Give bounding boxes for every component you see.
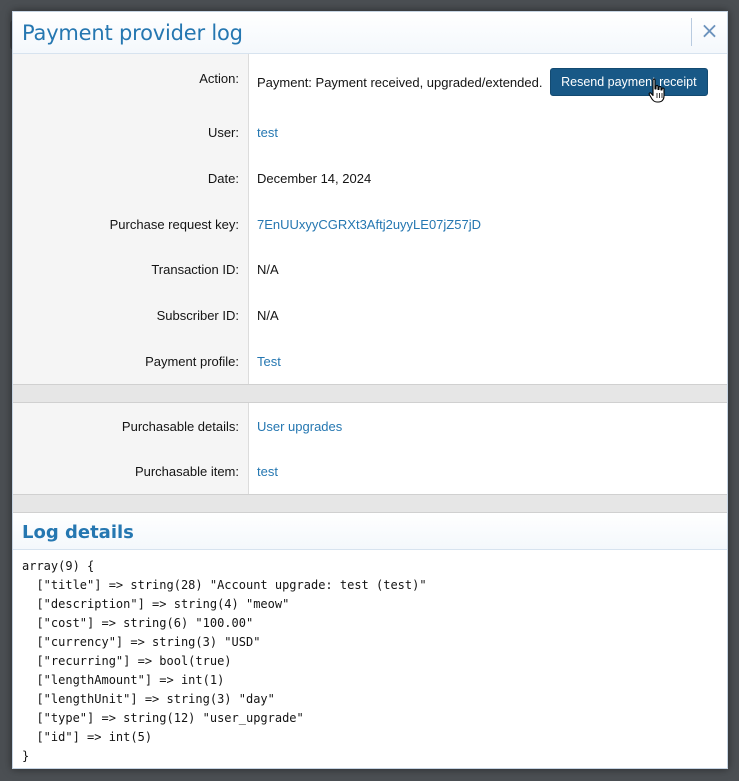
log-line: ["cost"] => string(6) "100.00" [22, 616, 254, 630]
field-row-subscriber-id: Subscriber ID: N/A [13, 293, 727, 339]
log-line: ["description"] => string(4) "meow" [22, 597, 290, 611]
log-line: ["lengthAmount"] => int(1) [22, 673, 225, 687]
field-row-user: User: test [13, 110, 727, 156]
log-line: ["currency"] => string(3) "USD" [22, 635, 261, 649]
field-label: Action: [13, 54, 249, 110]
log-line: array(9) { [22, 559, 95, 573]
field-label: Transaction ID: [13, 247, 249, 293]
log-line: ["id"] => int(5) [22, 730, 153, 744]
section-divider [13, 384, 727, 403]
resend-payment-receipt-button[interactable]: Resend payment receipt [550, 68, 708, 96]
field-row-date: Date: December 14, 2024 [13, 156, 727, 202]
field-row-purchase-key: Purchase request key: 7EnUUxyyCGRXt3Aftj… [13, 202, 727, 247]
payment-fields: Action: Payment: Payment received, upgra… [13, 54, 727, 513]
field-row-purchasable-details: Purchasable details: User upgrades [13, 403, 727, 448]
section-divider [13, 494, 727, 513]
close-button[interactable]: × [691, 18, 727, 46]
log-line: ["title"] => string(28) "Account upgrade… [22, 578, 427, 592]
field-row-purchasable-item: Purchasable item: test [13, 448, 727, 494]
log-line: } [22, 749, 30, 763]
hand-cursor-icon [648, 78, 665, 103]
payment-profile-link[interactable]: Test [257, 354, 281, 369]
transaction-id-value: N/A [257, 262, 279, 277]
purchasable-details-link[interactable]: User upgrades [257, 419, 342, 434]
user-link[interactable]: test [257, 125, 278, 140]
field-row-transaction-id: Transaction ID: N/A [13, 247, 727, 293]
log-line: ["recurring"] => bool(true) [22, 654, 232, 668]
purchase-key-link[interactable]: 7EnUUxyyCGRXt3Aftj2uyyLE07jZ57jD [257, 217, 481, 232]
field-label: Purchasable item: [13, 448, 249, 494]
log-details-content: array(9) { ["title"] => string(28) "Acco… [13, 550, 727, 768]
subscriber-id-value: N/A [257, 308, 279, 323]
log-line: ["type"] => string(12) "user_upgrade" [22, 711, 304, 725]
field-label: Purchasable details: [13, 403, 249, 448]
dialog-header: Payment provider log × [13, 12, 727, 54]
field-row-action: Action: Payment: Payment received, upgra… [13, 54, 727, 110]
field-label: Date: [13, 156, 249, 202]
log-details-title: Log details [22, 522, 134, 543]
field-row-payment-profile: Payment profile: Test [13, 339, 727, 384]
log-details-header: Log details [13, 513, 727, 550]
log-line: ["lengthUnit"] => string(3) "day" [22, 692, 275, 706]
payment-log-dialog: Payment provider log × Action: Payment: … [12, 11, 728, 769]
field-label: Purchase request key: [13, 202, 249, 247]
purchasable-item-link[interactable]: test [257, 464, 278, 479]
dialog-title: Payment provider log [22, 21, 243, 45]
close-icon: × [700, 19, 719, 44]
date-value: December 14, 2024 [257, 171, 372, 186]
action-value: Payment: Payment received, upgraded/exte… [257, 75, 543, 90]
field-label: User: [13, 110, 249, 156]
field-label: Subscriber ID: [13, 293, 249, 339]
field-label: Payment profile: [13, 339, 249, 384]
